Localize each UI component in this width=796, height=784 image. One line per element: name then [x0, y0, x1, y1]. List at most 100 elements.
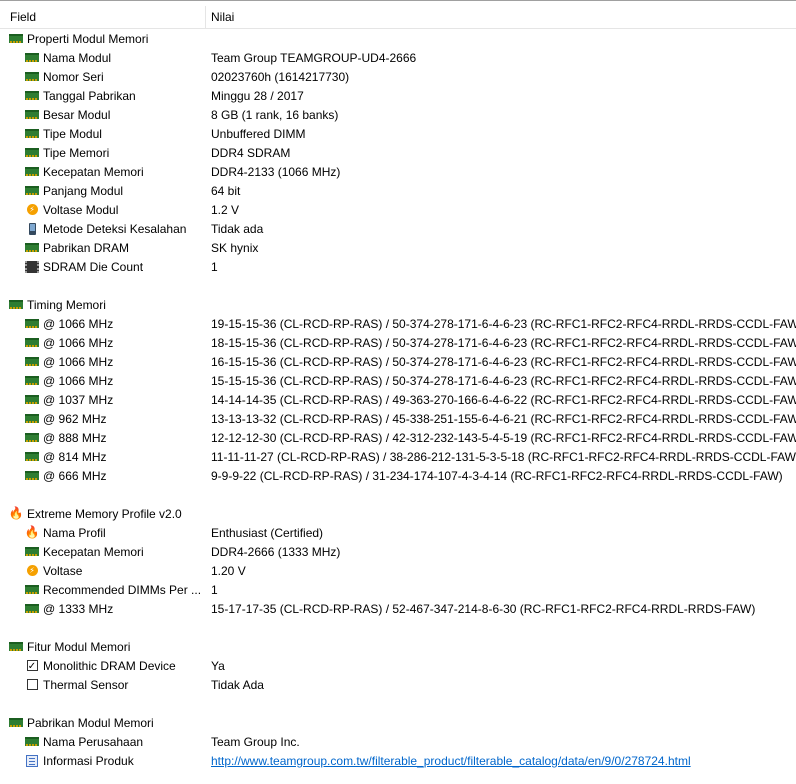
ram-module-icon: [25, 431, 39, 444]
ram-module-icon: [25, 146, 39, 159]
property-row[interactable]: @ 888 MHz 12-12-12-30 (CL-RCD-RP-RAS) / 4…: [0, 428, 796, 447]
property-value: Ya: [211, 659, 225, 673]
property-row[interactable]: Nomor Seri 02023760h (1614217730): [0, 67, 796, 86]
ram-module-icon: [25, 393, 39, 406]
section-title: Fitur Modul Memori: [27, 640, 131, 654]
section-header[interactable]: 🔥 Extreme Memory Profile v2.0: [0, 504, 796, 523]
checkbox-unchecked-icon: [25, 678, 39, 691]
ram-module-icon: [25, 735, 39, 748]
ram-module-icon: [25, 241, 39, 254]
property-value: 1: [211, 260, 218, 274]
property-row[interactable]: Thermal Sensor Tidak Ada: [0, 675, 796, 694]
ram-module-icon: [25, 51, 39, 64]
property-value: 11-11-11-27 (CL-RCD-RP-RAS) / 38-286-212…: [211, 450, 796, 464]
property-value: 9-9-9-22 (CL-RCD-RP-RAS) / 31-234-174-10…: [211, 469, 783, 483]
property-value: 02023760h (1614217730): [211, 70, 350, 84]
ram-module-icon: [25, 184, 39, 197]
flame-icon: 🔥: [8, 506, 24, 520]
ram-module-icon: [25, 108, 39, 121]
section-header[interactable]: Properti Modul Memori: [0, 29, 796, 48]
ram-module-icon: [9, 298, 23, 311]
property-value: 8 GB (1 rank, 16 banks): [211, 108, 339, 122]
section-header[interactable]: Timing Memori: [0, 295, 796, 314]
product-info-link[interactable]: http://www.teamgroup.com.tw/filterable_p…: [211, 754, 691, 768]
property-value: 16-15-15-36 (CL-RCD-RP-RAS) / 50-374-278…: [211, 355, 796, 369]
property-row[interactable]: Tanggal Pabrikan Minggu 28 / 2017: [0, 86, 796, 105]
property-row[interactable]: @ 1066 MHz 19-15-15-36 (CL-RCD-RP-RAS) / …: [0, 314, 796, 333]
property-value: 18-15-15-36 (CL-RCD-RP-RAS) / 50-374-278…: [211, 336, 796, 350]
property-value: Tidak ada: [211, 222, 264, 236]
property-value: 12-12-12-30 (CL-RCD-RP-RAS) / 42-312-232…: [211, 431, 796, 445]
property-row[interactable]: @ 1066 MHz 18-15-15-36 (CL-RCD-RP-RAS) / …: [0, 333, 796, 352]
property-row[interactable]: Besar Modul 8 GB (1 rank, 16 banks): [0, 105, 796, 124]
property-row[interactable]: @ 814 MHz 11-11-11-27 (CL-RCD-RP-RAS) / 3…: [0, 447, 796, 466]
property-row[interactable]: Metode Deteksi Kesalahan Tidak ada: [0, 219, 796, 238]
property-row[interactable]: Nama Modul Team Group TEAMGROUP-UD4-2666: [0, 48, 796, 67]
column-header-value[interactable]: Nilai: [211, 10, 234, 24]
web-page-icon: [25, 754, 39, 767]
property-row[interactable]: @ 1333 MHz 15-17-17-35 (CL-RCD-RP-RAS) / …: [0, 599, 796, 618]
property-row[interactable]: ⚡ Voltase Modul 1.2 V: [0, 200, 796, 219]
property-row[interactable]: 🔥 Nama Profil Enthusiast (Certified): [0, 523, 796, 542]
ram-module-icon: [25, 89, 39, 102]
ram-module-icon: [9, 716, 23, 729]
property-field: @ 1066 MHz: [43, 317, 114, 331]
property-row[interactable]: Pabrikan DRAM SK hynix: [0, 238, 796, 257]
property-row[interactable]: Tipe Memori DDR4 SDRAM: [0, 143, 796, 162]
property-row[interactable]: @ 1066 MHz 16-15-15-36 (CL-RCD-RP-RAS) / …: [0, 352, 796, 371]
property-row[interactable]: ✓ Monolithic DRAM Device Ya: [0, 656, 796, 675]
property-row[interactable]: Recommended DIMMs Per ... 1: [0, 580, 796, 599]
section-header[interactable]: Pabrikan Modul Memori: [0, 713, 796, 732]
ram-module-icon: [9, 32, 23, 45]
section-title: Extreme Memory Profile v2.0: [27, 507, 182, 521]
property-row[interactable]: @ 1066 MHz 15-15-15-36 (CL-RCD-RP-RAS) / …: [0, 371, 796, 390]
property-value: Tidak Ada: [211, 678, 264, 692]
ram-module-icon: [25, 165, 39, 178]
property-field: @ 666 MHz: [43, 469, 107, 483]
ram-module-icon: [25, 70, 39, 83]
property-row[interactable]: SDRAM Die Count 1: [0, 257, 796, 276]
property-value: 1: [211, 583, 218, 597]
property-row[interactable]: Kecepatan Memori DDR4-2666 (1333 MHz): [0, 542, 796, 561]
property-row[interactable]: Panjang Modul 64 bit: [0, 181, 796, 200]
section-title: Properti Modul Memori: [27, 32, 149, 46]
property-value: Unbuffered DIMM: [211, 127, 306, 141]
device-icon: [25, 222, 39, 235]
property-value: 15-17-17-35 (CL-RCD-RP-RAS) / 52-467-347…: [211, 602, 756, 616]
ram-module-icon: [25, 374, 39, 387]
section-title: Pabrikan Modul Memori: [27, 716, 154, 730]
property-value: Enthusiast (Certified): [211, 526, 324, 540]
property-field: SDRAM Die Count: [43, 260, 144, 274]
ram-module-icon: [9, 640, 23, 653]
property-field: Voltase: [43, 564, 83, 578]
property-row[interactable]: Nama Perusahaan Team Group Inc.: [0, 732, 796, 751]
property-row[interactable]: Kecepatan Memori DDR4-2133 (1066 MHz): [0, 162, 796, 181]
ram-module-icon: [25, 469, 39, 482]
section-header[interactable]: Fitur Modul Memori: [0, 637, 796, 656]
column-divider[interactable]: [205, 6, 206, 28]
property-row[interactable]: @ 962 MHz 13-13-13-32 (CL-RCD-RP-RAS) / 4…: [0, 409, 796, 428]
property-field: Kecepatan Memori: [43, 545, 144, 559]
spacer-row: [0, 618, 796, 637]
property-row[interactable]: @ 666 MHz 9-9-9-22 (CL-RCD-RP-RAS) / 31-2…: [0, 466, 796, 485]
property-field: Monolithic DRAM Device: [43, 659, 176, 673]
property-field: @ 1037 MHz: [43, 393, 114, 407]
property-field: @ 1333 MHz: [43, 602, 114, 616]
property-value: Team Group Inc.: [211, 735, 300, 749]
column-header-field[interactable]: Field: [10, 10, 36, 24]
property-row[interactable]: ⚡ Voltase 1.20 V: [0, 561, 796, 580]
property-field: Tipe Memori: [43, 146, 110, 160]
property-row[interactable]: Tipe Modul Unbuffered DIMM: [0, 124, 796, 143]
property-row[interactable]: Informasi Produk http://www.teamgroup.com…: [0, 751, 796, 770]
spacer-row: [0, 694, 796, 713]
property-field: Metode Deteksi Kesalahan: [43, 222, 187, 236]
ram-module-icon: [25, 450, 39, 463]
property-field: Pabrikan DRAM: [43, 241, 130, 255]
property-field: @ 1066 MHz: [43, 374, 114, 388]
voltage-icon: ⚡: [25, 564, 39, 577]
property-row[interactable]: @ 1037 MHz 14-14-14-35 (CL-RCD-RP-RAS) / …: [0, 390, 796, 409]
property-value: 64 bit: [211, 184, 241, 198]
property-field: @ 1066 MHz: [43, 336, 114, 350]
property-field: Tanggal Pabrikan: [43, 89, 136, 103]
ram-module-icon: [25, 602, 39, 615]
